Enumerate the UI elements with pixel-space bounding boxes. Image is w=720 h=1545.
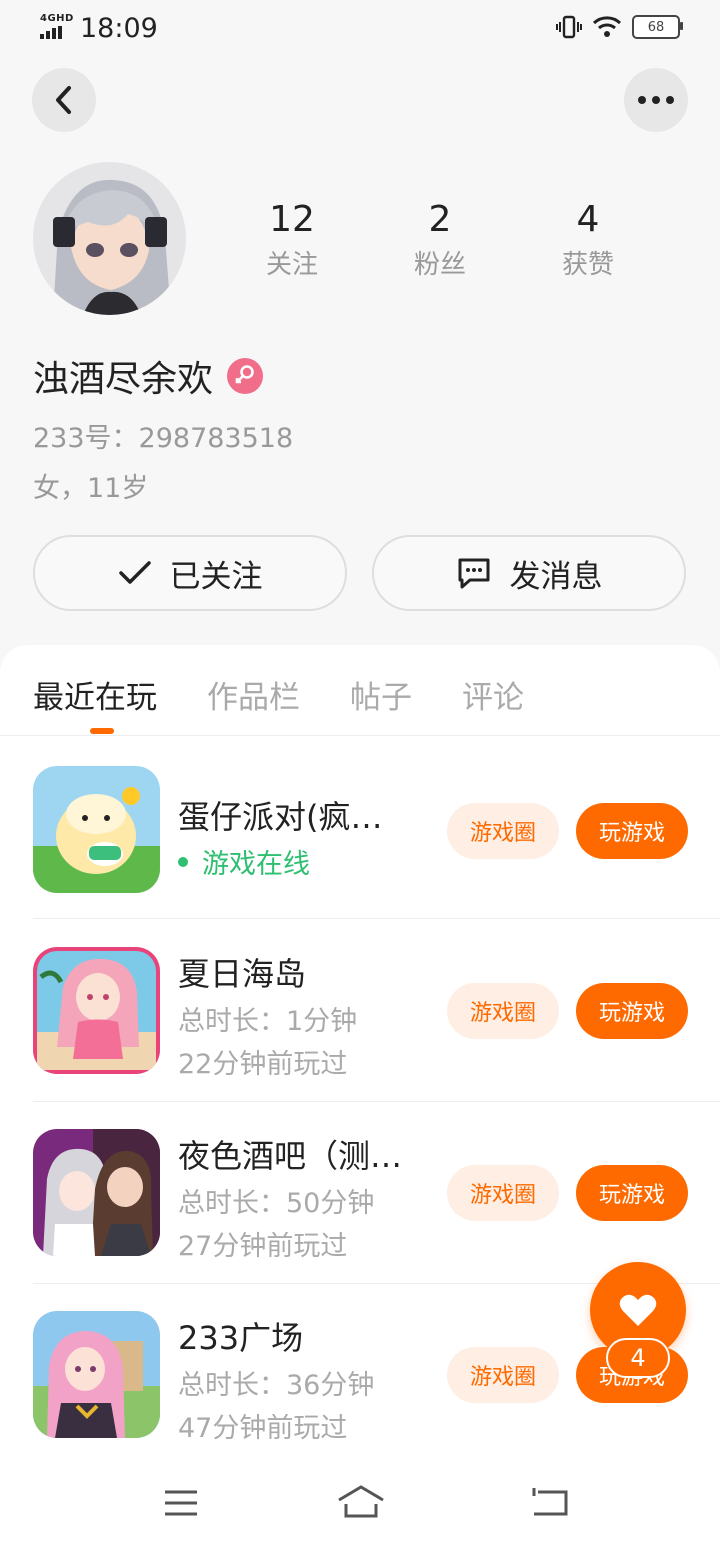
game-circle-button[interactable]: 游戏圈 xyxy=(447,983,559,1039)
user-info: 女，11岁 xyxy=(33,473,149,504)
game-row[interactable]: 蛋仔派对(疯… 游戏在线 游戏圈 玩游戏 xyxy=(0,766,720,948)
heart-icon xyxy=(619,1294,657,1326)
stat-number: 4 xyxy=(576,199,600,240)
status-icons: 68 xyxy=(556,14,683,40)
tab-works[interactable]: 作品栏 xyxy=(207,672,300,717)
username: 浊酒尽余欢 xyxy=(33,350,264,402)
user-id: 233号：298783518 xyxy=(33,423,294,454)
game-title: 夏日海岛 xyxy=(178,955,307,993)
stat-fans[interactable]: 2 粉丝 xyxy=(380,198,500,281)
status-bar: 4GHD 18:09 68 xyxy=(0,0,720,56)
clock: 18:09 xyxy=(80,13,158,44)
tab-comments[interactable]: 评论 xyxy=(462,672,524,717)
message-label: 发消息 xyxy=(509,558,603,595)
last-played: 47分钟前玩过 xyxy=(178,1413,348,1444)
game-icon-night-bar[interactable] xyxy=(33,1129,160,1256)
online-dot-icon xyxy=(178,856,188,867)
game-title: 夜色酒吧（测… xyxy=(178,1137,403,1175)
menu-icon[interactable] xyxy=(163,1488,199,1518)
stat-following[interactable]: 12 关注 xyxy=(232,198,352,281)
battery-indicator: 68 xyxy=(632,15,683,39)
system-nav-bar xyxy=(0,1460,720,1544)
last-played: 27分钟前玩过 xyxy=(178,1231,348,1262)
stat-label: 粉丝 xyxy=(413,250,466,280)
play-duration: 总时长：36分钟 xyxy=(178,1370,375,1401)
network-type: 4GHD xyxy=(40,13,74,24)
wifi-icon xyxy=(592,16,622,37)
tab-bar: 最近在玩 作品栏 帖子 评论 xyxy=(33,672,524,717)
active-tab-indicator xyxy=(90,728,114,734)
chevron-left-icon xyxy=(56,86,71,114)
check-icon xyxy=(118,561,151,584)
like-count-badge: 4 xyxy=(606,1338,670,1378)
game-title: 233广场 xyxy=(178,1319,304,1357)
stat-label: 获赞 xyxy=(561,250,614,280)
row-divider xyxy=(33,1101,720,1102)
avatar[interactable] xyxy=(33,162,186,315)
online-status: 游戏在线 xyxy=(178,842,310,881)
followed-label: 已关注 xyxy=(169,558,263,595)
game-circle-button[interactable]: 游戏圈 xyxy=(447,1347,559,1403)
back-nav-icon[interactable] xyxy=(530,1488,568,1518)
game-title: 蛋仔派对(疯… xyxy=(178,798,383,836)
play-duration: 总时长：50分钟 xyxy=(178,1188,375,1219)
female-icon xyxy=(227,358,264,394)
vibrate-icon xyxy=(556,15,582,39)
row-divider xyxy=(33,918,720,919)
username-text: 浊酒尽余欢 xyxy=(33,359,214,400)
signal-icon xyxy=(40,26,62,39)
play-game-button[interactable]: 玩游戏 xyxy=(576,803,688,859)
play-game-button[interactable]: 玩游戏 xyxy=(576,983,688,1039)
chat-icon xyxy=(458,558,489,589)
home-icon[interactable] xyxy=(336,1484,386,1520)
tab-divider xyxy=(0,735,720,736)
tab-posts[interactable]: 帖子 xyxy=(350,672,412,717)
stat-likes[interactable]: 4 获赞 xyxy=(528,198,648,281)
followed-button[interactable]: 已关注 xyxy=(33,535,347,611)
online-status-text: 游戏在线 xyxy=(202,849,310,880)
game-circle-button[interactable]: 游戏圈 xyxy=(447,803,559,859)
more-button[interactable] xyxy=(624,68,688,132)
tab-recent-played[interactable]: 最近在玩 xyxy=(33,672,157,717)
stat-label: 关注 xyxy=(265,250,318,280)
more-dots-icon xyxy=(638,96,674,104)
game-icon-summer-island[interactable] xyxy=(33,947,160,1074)
stat-number: 12 xyxy=(269,199,315,240)
game-row[interactable]: 夏日海岛 总时长：1分钟 22分钟前玩过 游戏圈 玩游戏 xyxy=(0,947,720,1129)
back-button[interactable] xyxy=(32,68,96,132)
stat-number: 2 xyxy=(428,199,452,240)
message-button[interactable]: 发消息 xyxy=(372,535,686,611)
play-game-button[interactable]: 玩游戏 xyxy=(576,1165,688,1221)
last-played: 22分钟前玩过 xyxy=(178,1049,348,1080)
game-icon-eggy[interactable] xyxy=(33,766,160,893)
game-circle-button[interactable]: 游戏圈 xyxy=(447,1165,559,1221)
game-icon-233-plaza[interactable] xyxy=(33,1311,160,1438)
play-duration: 总时长：1分钟 xyxy=(178,1006,358,1037)
